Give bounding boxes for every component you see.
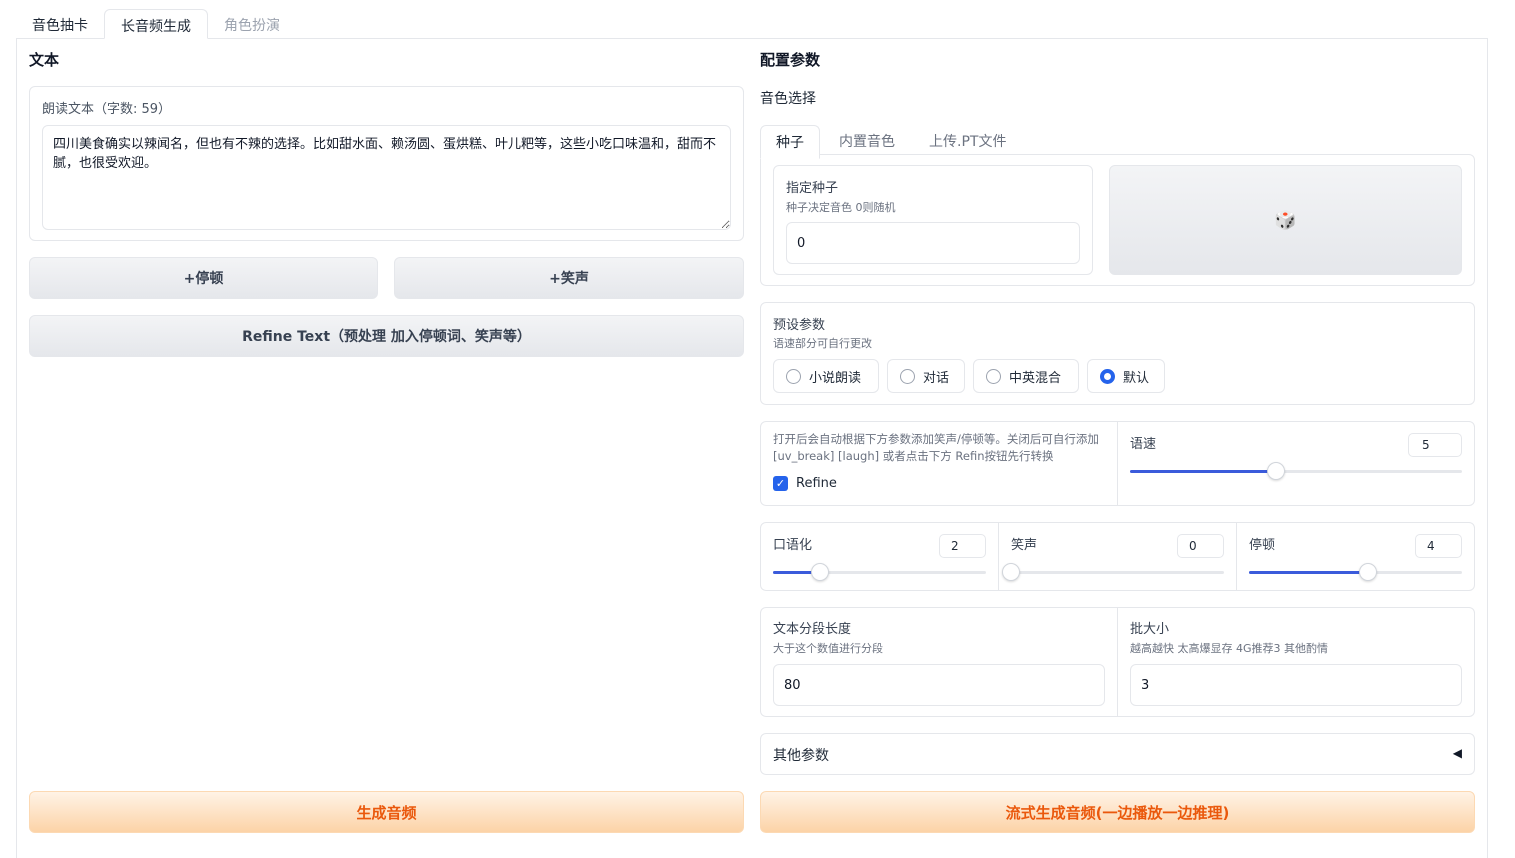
stream-generate-button[interactable]: 流式生成音频(一边播放一边推理) — [760, 791, 1475, 833]
preset-option-label: 默认 — [1123, 370, 1150, 386]
pause-label: 停顿 — [1249, 538, 1276, 553]
text-input-label: 朗读文本（字数: 59） — [42, 102, 172, 117]
segment-hint: 大于这个数值进行分段 — [773, 642, 883, 655]
laugh-label: 笑声 — [1011, 538, 1038, 553]
seed-input[interactable]: 0 — [786, 222, 1080, 264]
preset-option-default[interactable]: 默认 — [1087, 359, 1165, 393]
preset-option-novel[interactable]: 小说朗读 — [773, 359, 879, 393]
seed-label: 指定种子 — [786, 181, 839, 196]
segment-length-input[interactable]: 80 — [773, 664, 1105, 706]
preset-hint: 语速部分可自行更改 — [773, 337, 872, 350]
refine-text-button[interactable]: Refine Text（预处理 加入停顿词、笑声等） — [29, 315, 744, 357]
batch-hint: 越高越快 太高爆显存 4G推荐3 其他酌情 — [1130, 642, 1329, 655]
pause-number-input[interactable]: 4 — [1415, 534, 1462, 558]
laugh-slider[interactable] — [1002, 563, 1224, 581]
preset-option-mixed[interactable]: 中英混合 — [973, 359, 1079, 393]
oral-label: 口语化 — [773, 538, 813, 553]
laugh-slider-thumb[interactable] — [1002, 563, 1020, 581]
oral-slider-thumb[interactable] — [810, 563, 829, 581]
config-section-title: 配置参数 — [760, 51, 821, 69]
segment-label: 文本分段长度 — [773, 622, 852, 637]
text-input[interactable]: 四川美食确实以辣闻名，但也有不辣的选择。比如甜水面、赖汤圆、蛋烘糕、叶儿粑等，这… — [42, 125, 731, 230]
oral-slider[interactable] — [773, 563, 986, 581]
pause-slider[interactable] — [1249, 563, 1462, 581]
voice-tab-builtin[interactable]: 内置音色 — [839, 131, 895, 151]
preset-option-label: 中英混合 — [1009, 370, 1062, 386]
voice-select-label: 音色选择 — [760, 91, 816, 107]
radio-icon — [900, 368, 915, 384]
radio-icon — [786, 368, 801, 384]
speed-slider-thumb[interactable] — [1267, 462, 1286, 480]
radio-icon — [986, 368, 1001, 384]
divider — [998, 523, 999, 590]
batch-size-input[interactable]: 3 — [1130, 664, 1462, 706]
speed-slider[interactable] — [1130, 462, 1462, 480]
preset-option-dialogue[interactable]: 对话 — [887, 359, 965, 393]
refine-hint: 打开后会自动根据下方参数添加笑声/停顿等。关闭后可自行添加 [uv_break]… — [773, 432, 1099, 463]
divider — [1236, 523, 1237, 590]
dice-icon: 🎲 — [1274, 209, 1297, 231]
collapse-arrow-icon: ◀ — [1452, 746, 1462, 760]
radio-selected-icon — [1100, 368, 1115, 384]
voice-tab-seed[interactable]: 种子 — [760, 125, 820, 159]
tab-role-play[interactable]: 角色扮演 — [208, 9, 296, 39]
add-laugh-button[interactable]: +笑声 — [394, 257, 744, 299]
main-tabs: 音色抽卡 长音频生成 角色扮演 — [16, 9, 296, 39]
voice-tab-upload-pt[interactable]: 上传.PT文件 — [929, 131, 1006, 151]
seed-hint: 种子决定音色 0则随机 — [786, 201, 896, 214]
speed-slider-fill — [1130, 470, 1277, 473]
speed-label: 语速 — [1130, 437, 1157, 452]
random-seed-dice-button[interactable]: 🎲 — [1109, 165, 1462, 275]
other-params-accordion[interactable]: 其他参数 ◀ — [760, 733, 1475, 775]
checkbox-checked-icon: ✓ — [773, 476, 788, 491]
text-section-title: 文本 — [29, 51, 60, 69]
preset-label: 预设参数 — [773, 318, 826, 333]
add-pause-button[interactable]: +停顿 — [29, 257, 378, 299]
other-params-label: 其他参数 — [773, 748, 829, 764]
batch-label: 批大小 — [1130, 622, 1170, 637]
speed-number-input[interactable]: 5 — [1408, 433, 1462, 457]
oral-number-input[interactable]: 2 — [939, 534, 986, 558]
pause-slider-fill — [1249, 571, 1369, 574]
refine-checkbox-label: Refine — [796, 476, 837, 491]
preset-option-label: 小说朗读 — [809, 370, 862, 386]
generate-audio-button[interactable]: 生成音频 — [29, 791, 744, 833]
refine-checkbox[interactable]: ✓ Refine — [773, 476, 837, 491]
divider — [1117, 608, 1118, 716]
divider — [1117, 422, 1118, 505]
tab-long-audio[interactable]: 长音频生成 — [104, 9, 208, 39]
preset-option-label: 对话 — [923, 370, 950, 386]
laugh-number-input[interactable]: 0 — [1177, 534, 1224, 558]
tab-voice-draw[interactable]: 音色抽卡 — [16, 9, 104, 39]
